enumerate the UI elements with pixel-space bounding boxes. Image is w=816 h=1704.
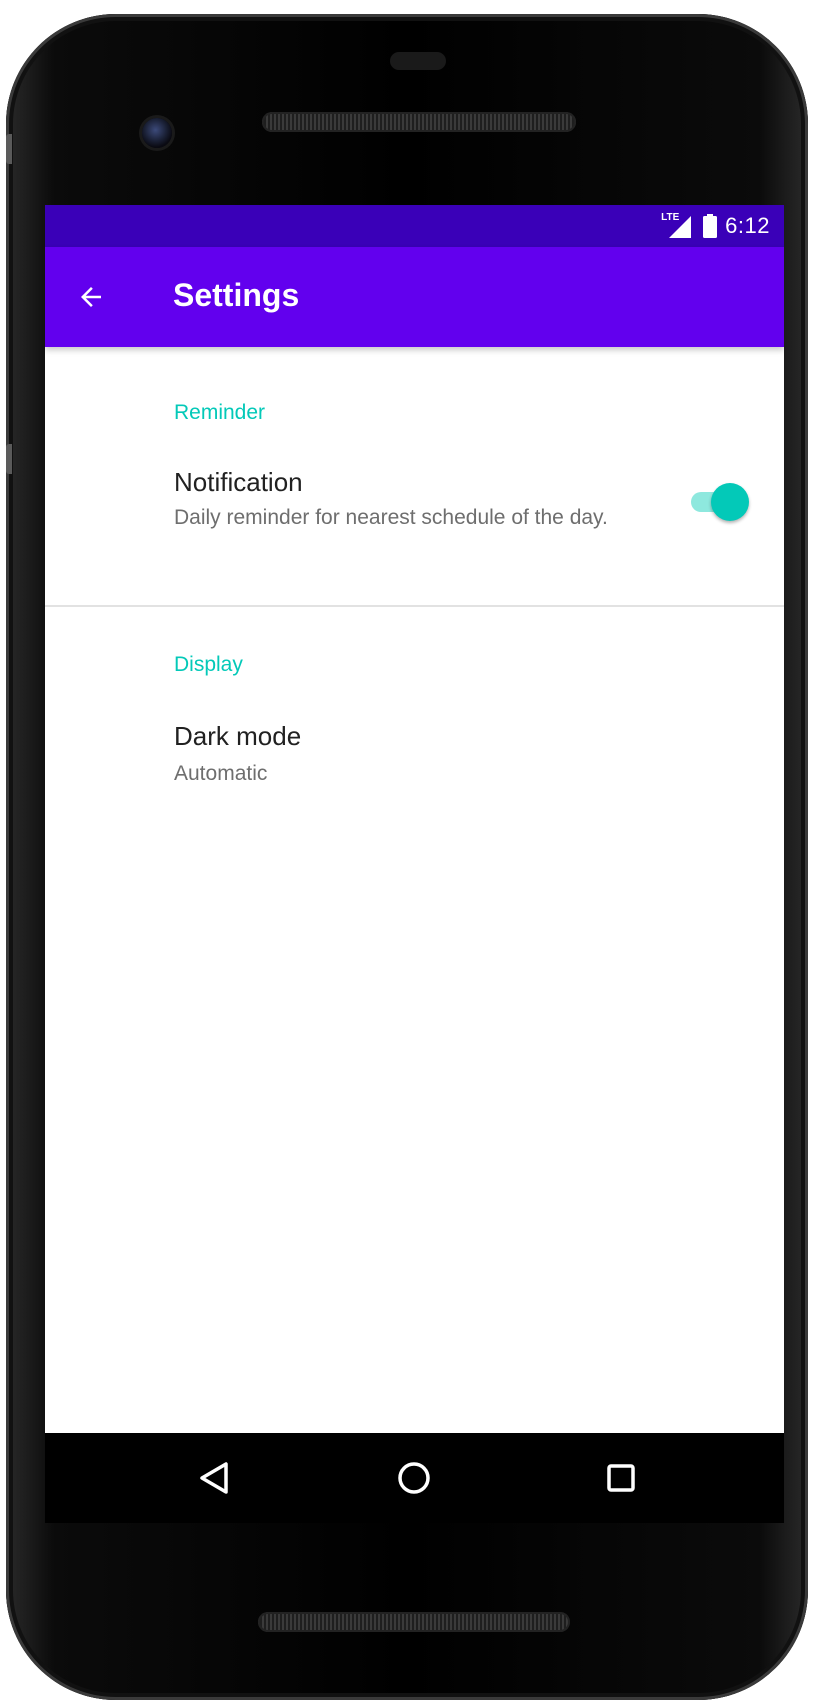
nav-home-button[interactable] bbox=[387, 1451, 441, 1505]
proximity-sensor bbox=[390, 52, 446, 70]
pref-summary-notification: Daily reminder for nearest schedule of t… bbox=[174, 506, 608, 529]
power-button bbox=[6, 134, 12, 164]
status-clock: 6:12 bbox=[725, 213, 770, 238]
bottom-speaker-grille bbox=[258, 1612, 570, 1632]
home-circle-icon bbox=[398, 1462, 430, 1494]
section-header-reminder: Reminder bbox=[174, 401, 266, 424]
section-header-display: Display bbox=[174, 653, 243, 676]
page-title: Settings bbox=[173, 277, 300, 313]
notification-switch[interactable] bbox=[691, 481, 749, 521]
nav-back-button[interactable] bbox=[187, 1451, 241, 1505]
pref-summary-dark-mode: Automatic bbox=[174, 762, 268, 785]
nav-recents-button[interactable] bbox=[594, 1451, 648, 1505]
battery-icon bbox=[703, 214, 718, 238]
front-camera bbox=[142, 118, 172, 148]
arrow-back-icon bbox=[81, 287, 101, 307]
switch-thumb bbox=[711, 483, 749, 521]
pref-title-notification: Notification bbox=[174, 467, 303, 497]
pref-item-notification[interactable]: Notification Daily reminder for nearest … bbox=[45, 447, 784, 587]
pref-item-dark-mode[interactable]: Dark mode Automatic bbox=[45, 699, 784, 809]
status-icons: LTE 6:12 bbox=[661, 212, 770, 240]
back-triangle-icon bbox=[200, 1462, 228, 1494]
app-bar: Settings bbox=[45, 247, 784, 347]
top-speaker-grille bbox=[262, 112, 576, 132]
lte-signal-icon: LTE bbox=[661, 212, 695, 240]
status-bar: LTE 6:12 bbox=[45, 205, 784, 247]
section-divider bbox=[45, 605, 784, 607]
screen: LTE 6:12 Settings Reminder Notification … bbox=[45, 205, 784, 1433]
back-button[interactable] bbox=[67, 273, 115, 321]
pref-title-dark-mode: Dark mode bbox=[174, 721, 302, 751]
recents-square-icon bbox=[607, 1464, 635, 1492]
volume-button bbox=[6, 444, 12, 474]
navigation-bar bbox=[45, 1433, 784, 1523]
